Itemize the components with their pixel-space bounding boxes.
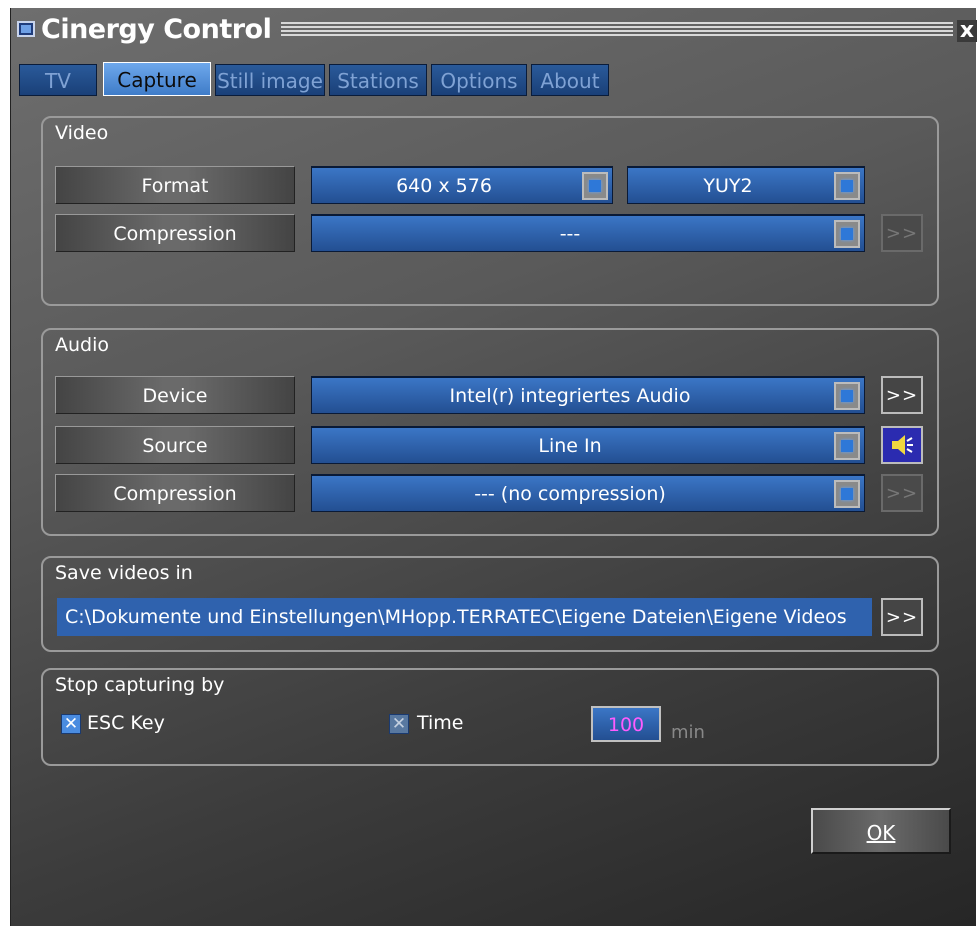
save-videos-title: Save videos in [55,562,193,584]
source-button[interactable]: Source [55,426,295,464]
tab-about[interactable]: About [531,64,609,96]
ok-label: OK [866,821,896,845]
format-select[interactable]: 640 x 576 [311,166,613,204]
chevron-down-icon[interactable] [582,172,608,200]
esc-key-label: ESC Key [87,712,165,734]
stop-capturing-title: Stop capturing by [55,674,225,696]
chevron-down-icon[interactable] [834,220,860,248]
chevron-down-icon[interactable] [834,432,860,460]
time-checkbox[interactable]: ✕ [389,714,409,734]
chevron-down-icon[interactable] [834,382,860,410]
close-button[interactable]: x [957,20,977,42]
title-bar-grip[interactable] [281,22,953,38]
title-bar[interactable]: Cinergy Control x [11,8,977,50]
audio-compression-select[interactable]: --- (no compression) [311,474,865,512]
audio-compression-settings-button[interactable]: >> [881,474,923,512]
chevron-down-icon[interactable] [834,480,860,508]
colorspace-select[interactable]: YUY2 [627,166,865,204]
audio-device-select[interactable]: Intel(r) integriertes Audio [311,376,865,414]
video-group: Video [41,116,939,306]
speaker-icon [892,435,913,455]
time-label: Time [417,712,464,734]
audio-device-value: Intel(r) integriertes Audio [449,385,691,407]
speaker-button[interactable] [881,426,923,464]
audio-compression-value: --- (no compression) [474,483,666,505]
tab-stations[interactable]: Stations [329,64,427,96]
chevron-down-icon[interactable] [834,172,860,200]
stop-capturing-group: Stop capturing by [41,668,939,766]
tab-options[interactable]: Options [431,64,527,96]
tab-capture[interactable]: Capture [103,62,211,96]
video-compression-value: --- [559,223,581,245]
close-icon: x [959,18,975,43]
tab-tv[interactable]: TV [19,64,97,96]
browse-folder-button[interactable]: >> [881,598,923,636]
device-button[interactable]: Device [55,376,295,414]
colorspace-value: YUY2 [703,175,753,197]
time-unit-label: min [671,722,705,743]
tab-still-image[interactable]: Still image [215,64,325,96]
audio-source-select[interactable]: Line In [311,426,865,464]
app-icon [17,21,35,37]
video-compression-button[interactable]: Compression [55,214,295,252]
esc-key-checkbox[interactable]: ✕ [61,714,81,734]
audio-source-value: Line In [538,435,602,457]
window-title: Cinergy Control [41,14,272,45]
save-path-field[interactable]: C:\Dokumente und Einstellungen\MHopp.TER… [57,598,872,636]
audio-compression-button[interactable]: Compression [55,474,295,512]
format-button[interactable]: Format [55,166,295,204]
cinergy-control-window: Cinergy Control x TV Capture Still image… [10,8,977,926]
video-compression-select[interactable]: --- [311,214,865,252]
ok-button[interactable]: OK [811,808,951,854]
audio-group-title: Audio [55,334,110,356]
video-compression-settings-button[interactable]: >> [881,214,923,252]
time-input[interactable]: 100 [591,706,661,742]
audio-device-settings-button[interactable]: >> [881,376,923,414]
format-value: 640 x 576 [396,175,492,197]
video-group-title: Video [55,122,109,144]
